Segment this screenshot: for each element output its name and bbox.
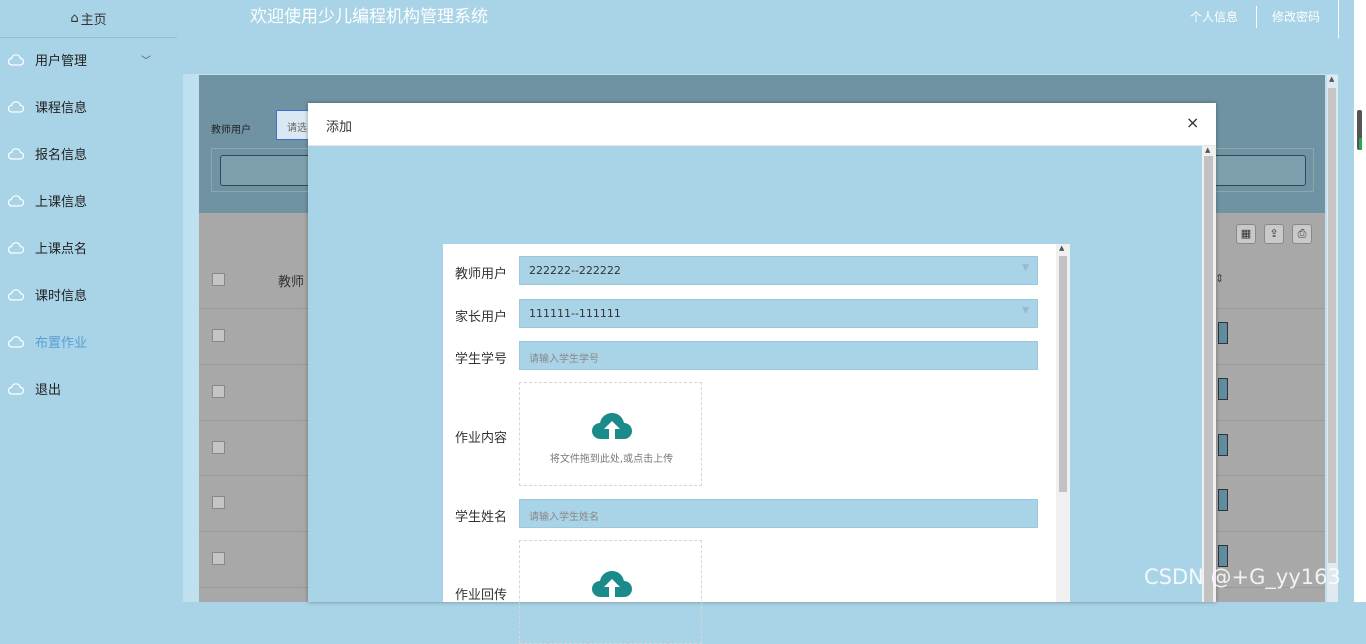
cloud-icon <box>8 53 24 66</box>
sidebar-item-logout[interactable]: 退出 <box>0 365 177 412</box>
print-icon[interactable]: ⎙ <box>1292 224 1312 244</box>
reply-upload[interactable] <box>519 540 702 644</box>
sidebar-item-label: 课程信息 <box>35 101 88 116</box>
sidebar-item-label: 课时信息 <box>35 289 88 304</box>
row-action-button[interactable] <box>1218 489 1228 511</box>
chevron-down-icon: ﹀ <box>141 56 151 67</box>
sidebar-item-user-management[interactable]: 用户管理 ﹀ <box>0 36 177 83</box>
homework-label: 作业内容 <box>455 431 508 446</box>
student-name-input[interactable]: 请输入学生姓名 <box>519 499 1038 528</box>
sidebar-item-roll-call[interactable]: 上课点名 <box>0 224 177 271</box>
parent-label: 家长用户 <box>455 310 508 325</box>
scroll-up-icon[interactable]: ▲ <box>1329 75 1334 83</box>
teacher-label: 教师用户 <box>455 267 508 282</box>
change-password-link[interactable]: 修改密码 <box>1272 8 1320 25</box>
scroll-marker <box>1359 138 1362 150</box>
teacher-select[interactable]: 222222--222222 ▼ <box>519 256 1038 285</box>
cloud-icon <box>8 241 24 254</box>
row-checkbox[interactable] <box>212 385 225 398</box>
dialog-header: 添加 × <box>308 103 1216 146</box>
form-scroll-up-icon[interactable]: ▲ <box>1059 244 1064 252</box>
watermark: CSDN @+G_yy163 <box>1144 565 1341 589</box>
student-name-label: 学生姓名 <box>455 510 508 525</box>
row-checkbox[interactable] <box>212 496 225 509</box>
student-no-input[interactable]: 请输入学生学号 <box>519 341 1038 370</box>
content-scrollbar[interactable]: ▲ <box>1327 75 1338 602</box>
cloud-icon <box>8 194 24 207</box>
sidebar-item-label: 上课点名 <box>35 242 88 257</box>
student-no-label: 学生学号 <box>455 352 508 367</box>
content-scrollbar-thumb[interactable] <box>1328 88 1336 563</box>
dialog-scroll-up-icon[interactable]: ▲ <box>1205 146 1210 154</box>
select-all-checkbox[interactable] <box>212 273 225 286</box>
sidebar-item-label: 用户管理 <box>35 54 88 69</box>
sidebar-item-label: 退出 <box>35 383 62 398</box>
cloud-icon <box>8 147 24 160</box>
sidebar-item-enrollment-info[interactable]: 报名信息 <box>0 130 177 177</box>
sidebar-item-assign-homework[interactable]: 布置作业 <box>0 318 177 365</box>
export-icon[interactable]: ⇪ <box>1264 224 1284 244</box>
header-divider <box>1256 6 1257 28</box>
parent-select[interactable]: 111111--111111 ▼ <box>519 299 1038 328</box>
cloud-icon <box>8 288 24 301</box>
form-scrollbar-thumb[interactable] <box>1059 256 1067 492</box>
cloud-icon <box>8 100 24 113</box>
row-checkbox[interactable] <box>212 329 225 342</box>
chevron-down-icon: ▼ <box>1022 306 1029 316</box>
cloud-upload-icon <box>592 571 632 597</box>
row-checkbox[interactable] <box>212 441 225 454</box>
row-checkbox[interactable] <box>212 552 225 565</box>
row-action-button[interactable] <box>1218 434 1228 456</box>
homework-upload[interactable]: 将文件拖到此处,或点击上传 <box>519 382 702 486</box>
sidebar-item-label: 布置作业 <box>35 336 88 351</box>
page-title: 欢迎使用少儿编程机构管理系统 <box>250 7 488 27</box>
dialog-scrollbar-thumb[interactable] <box>1204 156 1213 602</box>
sort-icon[interactable]: ⇕ <box>1215 272 1224 285</box>
dialog-scrollbar[interactable]: ▲ <box>1202 146 1216 602</box>
add-form: 教师用户 222222--222222 ▼ 家长用户 111111--11111… <box>443 244 1070 644</box>
row-action-button[interactable] <box>1218 545 1228 567</box>
upload-hint: 将文件拖到此处,或点击上传 <box>549 454 674 465</box>
reply-label: 作业回传 <box>455 588 508 603</box>
row-action-button[interactable] <box>1218 322 1228 344</box>
sidebar-item-class-info[interactable]: 上课信息 <box>0 177 177 224</box>
home-icon: ⌂ <box>70 11 79 26</box>
home-link[interactable]: ⌂ 主页 <box>0 0 177 38</box>
parent-select-value: 111111--111111 <box>529 307 621 320</box>
cloud-upload-icon <box>592 413 632 439</box>
sidebar-item-label: 上课信息 <box>35 195 88 210</box>
sidebar-item-label: 报名信息 <box>35 148 88 163</box>
profile-link[interactable]: 个人信息 <box>1190 8 1238 25</box>
filter-teacher-label: 教师用户 <box>211 125 251 136</box>
close-icon[interactable]: × <box>1186 113 1199 132</box>
column-header-teacher: 教师 <box>278 275 305 290</box>
home-label: 主页 <box>80 13 107 28</box>
cloud-icon <box>8 382 24 395</box>
row-action-button[interactable] <box>1218 378 1228 400</box>
dialog-title: 添加 <box>326 120 353 135</box>
teacher-select-value: 222222--222222 <box>529 264 621 277</box>
sidebar-item-course-info[interactable]: 课程信息 <box>0 83 177 130</box>
page-scrollbar[interactable] <box>1354 0 1366 602</box>
sidebar-item-class-hours[interactable]: 课时信息 <box>0 271 177 318</box>
header-divider-right <box>1338 0 1339 38</box>
form-scrollbar[interactable]: ▲ <box>1056 244 1070 602</box>
cloud-icon <box>8 335 24 348</box>
chevron-down-icon: ▼ <box>1022 263 1029 273</box>
columns-icon[interactable]: ▦ <box>1236 224 1256 244</box>
